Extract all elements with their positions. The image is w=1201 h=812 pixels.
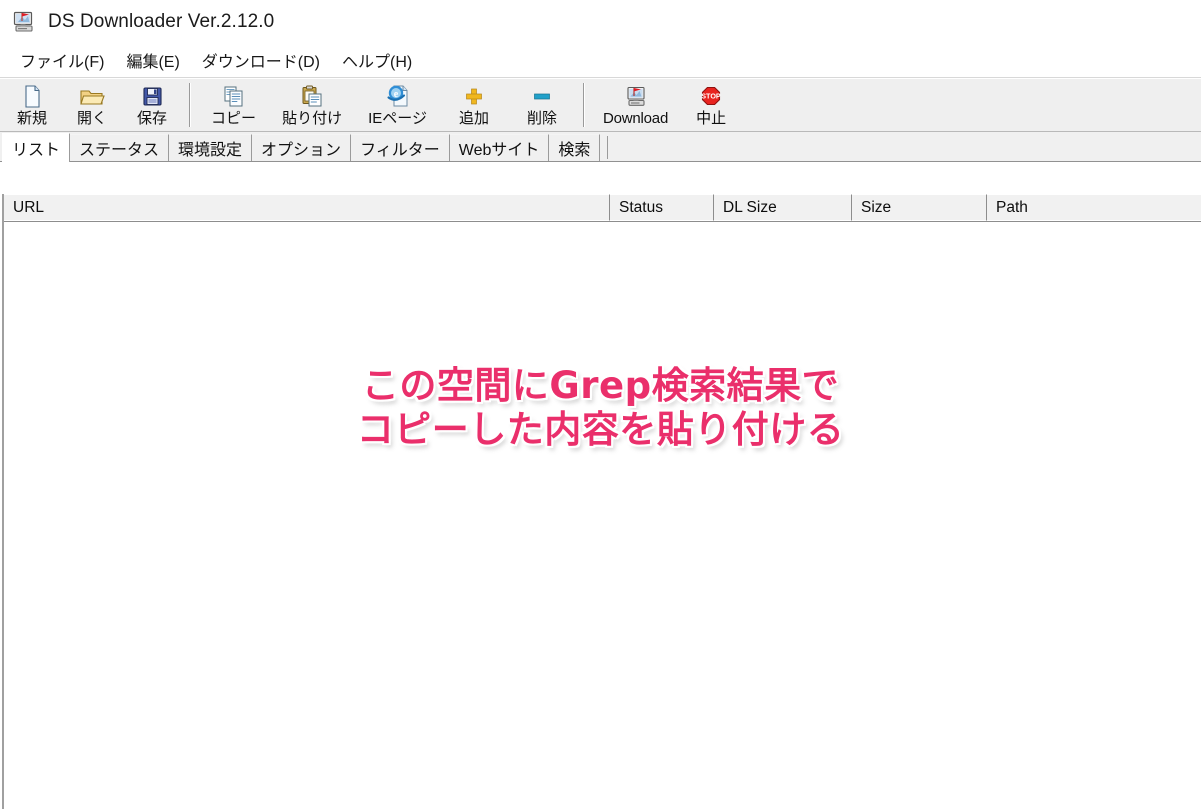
minus-icon (527, 84, 557, 109)
tab-website-label: Webサイト (458, 141, 540, 159)
column-dl-size-label: DL Size (723, 198, 777, 216)
toolbar-delete-label: 削除 (526, 109, 557, 127)
toolbar-separator-1 (189, 83, 192, 127)
column-size[interactable]: Size (852, 194, 987, 221)
svg-text:STOP: STOP (701, 91, 721, 100)
open-folder-icon (77, 84, 107, 109)
plus-icon (459, 84, 489, 109)
download-monitor-icon (621, 84, 651, 109)
tab-options-label: オプション (261, 141, 342, 159)
column-path[interactable]: Path (987, 194, 1201, 221)
list-view-border: URL Status DL Size Size Path (2, 194, 1201, 809)
internet-explorer-page-icon: e (383, 84, 413, 109)
toolbar-download-label: Download (602, 109, 669, 127)
stop-sign-icon: STOP (696, 84, 726, 109)
tab-preferences-label: 環境設定 (178, 141, 243, 159)
column-size-label: Size (861, 198, 892, 216)
toolbar-paste-label: 貼り付け (282, 109, 343, 127)
copy-icon (219, 84, 249, 109)
download-list-panel: URL Status DL Size Size Path (0, 193, 1201, 812)
tab-search[interactable]: 検索 (548, 134, 601, 161)
toolbar-stop[interactable]: STOP 中止 (679, 79, 743, 131)
downloader-monitor-icon (12, 9, 38, 35)
menu-edit[interactable]: 編集(E) (116, 46, 191, 76)
toolbar-new-label: 新規 (17, 109, 48, 127)
tab-search-label: 検索 (558, 141, 591, 159)
tab-status[interactable]: ステータス (69, 134, 170, 161)
tab-filter-label: フィルター (360, 141, 440, 159)
toolbar-add[interactable]: 追加 (440, 79, 508, 131)
column-status[interactable]: Status (610, 194, 714, 221)
column-dl-size[interactable]: DL Size (714, 194, 852, 221)
menu-file[interactable]: ファイル(F) (10, 46, 116, 76)
toolbar: 新規 開く 保存 コピー 貼り付け e IEページ 追加 削除 Download… (0, 78, 1201, 132)
toolbar-stop-label: 中止 (696, 109, 727, 127)
tab-preferences[interactable]: 環境設定 (168, 134, 253, 161)
toolbar-add-label: 追加 (458, 109, 489, 127)
window-title: DS Downloader Ver.2.12.0 (48, 11, 275, 32)
toolbar-open[interactable]: 開く (62, 79, 122, 131)
toolbar-save[interactable]: 保存 (122, 79, 182, 131)
toolbar-new[interactable]: 新規 (2, 79, 62, 131)
tab-status-label: ステータス (79, 141, 160, 159)
column-path-label: Path (996, 198, 1028, 216)
column-status-label: Status (619, 198, 663, 216)
tab-list-label: リスト (12, 141, 61, 159)
tab-bar: リスト ステータス 環境設定 オプション フィルター Webサイト 検索 (0, 132, 1201, 162)
menu-download[interactable]: ダウンロード(D) (192, 46, 332, 76)
toolbar-paste[interactable]: 貼り付け (269, 79, 355, 131)
menu-bar: ファイル(F) 編集(E) ダウンロード(D) ヘルプ(H) (0, 44, 1201, 78)
tab-list[interactable]: リスト (2, 133, 71, 162)
toolbar-copy-label: コピー (211, 109, 257, 127)
toolbar-save-label: 保存 (137, 109, 168, 127)
save-floppy-icon (137, 84, 167, 109)
toolbar-ie-page-label: IEページ (368, 109, 427, 127)
column-url[interactable]: URL (4, 194, 610, 221)
svg-text:e: e (393, 89, 398, 100)
paste-clipboard-icon (297, 84, 327, 109)
column-url-label: URL (13, 198, 45, 216)
menu-help[interactable]: ヘルプ(H) (332, 46, 424, 76)
title-bar: DS Downloader Ver.2.12.0 (0, 0, 1201, 44)
tab-strip-end-divider (607, 136, 609, 159)
list-column-header-row: URL Status DL Size Size Path (4, 194, 1201, 222)
tab-filter[interactable]: フィルター (350, 134, 450, 161)
toolbar-download[interactable]: Download (592, 79, 679, 131)
tab-website[interactable]: Webサイト (448, 134, 550, 161)
toolbar-copy[interactable]: コピー (198, 79, 269, 131)
list-view-body[interactable] (4, 222, 1201, 809)
tab-options[interactable]: オプション (251, 134, 352, 161)
toolbar-open-label: 開く (77, 109, 108, 127)
toolbar-separator-2 (582, 83, 585, 127)
toolbar-ie-page[interactable]: e IEページ (355, 79, 440, 131)
toolbar-delete[interactable]: 削除 (508, 79, 576, 131)
new-document-icon (17, 84, 47, 109)
